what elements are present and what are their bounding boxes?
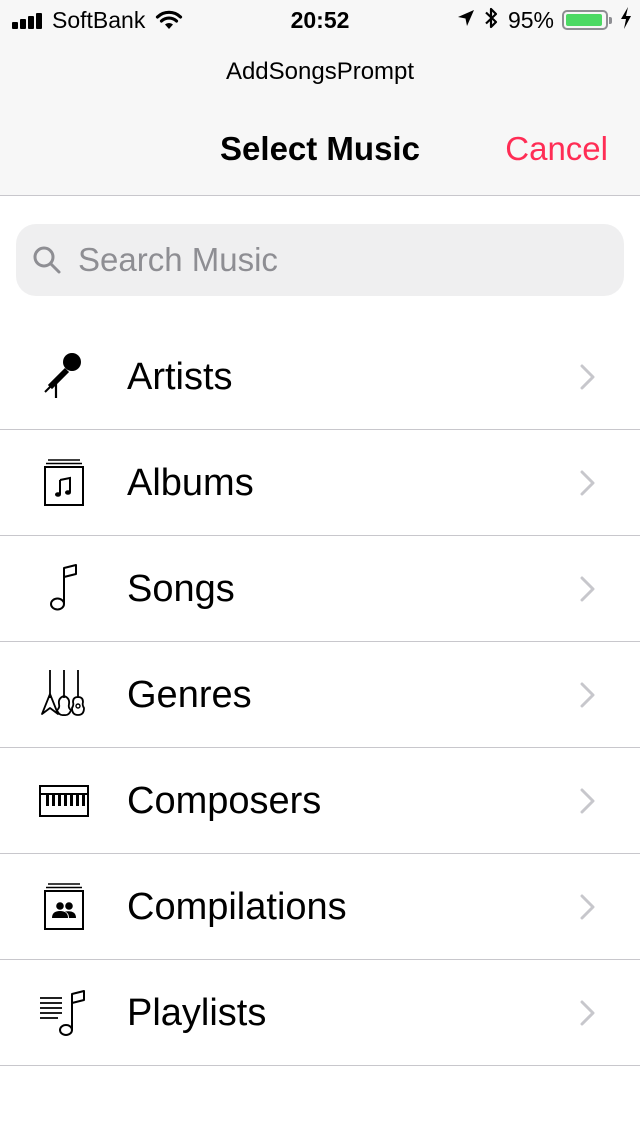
bluetooth-icon: [484, 6, 498, 35]
location-arrow-icon: [456, 8, 476, 33]
prompt-text: AddSongsPrompt: [225, 58, 415, 85]
list-item-label: Playlists: [127, 992, 267, 1034]
music-note-icon: [38, 562, 90, 614]
search-input[interactable]: [76, 240, 580, 280]
playlist-icon: [38, 986, 90, 1038]
list-item-label: Songs: [127, 568, 235, 610]
microphone-icon: [38, 350, 90, 402]
chevron-right-icon: [580, 788, 596, 819]
cancel-button[interactable]: Cancel: [505, 130, 608, 168]
list-item-label: Albums: [127, 462, 254, 504]
status-right: 95%: [448, 6, 632, 34]
battery-icon: [562, 10, 612, 30]
chevron-right-icon: [580, 1000, 596, 1031]
chevron-right-icon: [580, 576, 596, 607]
list-item-composers[interactable]: Composers: [0, 748, 640, 854]
list-item-compilations[interactable]: Compilations: [0, 854, 640, 960]
list-item-albums[interactable]: Albums: [0, 430, 640, 536]
list-item-artists[interactable]: Artists: [0, 324, 640, 430]
chevron-right-icon: [580, 364, 596, 395]
charging-bolt-icon: [620, 6, 632, 34]
list-item-label: Compilations: [127, 886, 347, 928]
compilation-icon: [38, 880, 90, 932]
header: SoftBank 20:52 95% AddSongsPrompt Select…: [0, 0, 640, 196]
chevron-right-icon: [580, 894, 596, 925]
list-item-label: Genres: [127, 674, 252, 716]
list-item-genres[interactable]: Genres: [0, 642, 640, 748]
list-item-label: Artists: [127, 356, 233, 398]
battery-percent: 95%: [507, 6, 554, 33]
list-item-songs[interactable]: Songs: [0, 536, 640, 642]
piano-icon: [38, 774, 90, 826]
album-icon: [38, 456, 90, 508]
search-bar[interactable]: [16, 224, 624, 296]
category-list: Artists Albums Songs Genres Composers Co…: [0, 324, 640, 1066]
guitars-icon: [38, 668, 90, 720]
search-icon: [32, 245, 76, 275]
list-item-playlists[interactable]: Playlists: [0, 960, 640, 1066]
chevron-right-icon: [580, 470, 596, 501]
chevron-right-icon: [580, 682, 596, 713]
list-item-label: Composers: [127, 780, 322, 822]
battery-level-fill: [566, 14, 603, 26]
status-bar: SoftBank 20:52 95%: [0, 0, 640, 40]
